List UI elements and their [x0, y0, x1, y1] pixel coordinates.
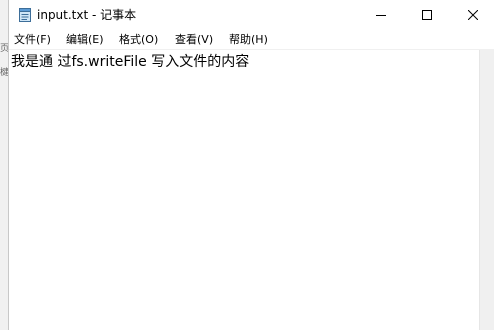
menu-view[interactable]: 查看(V): [173, 32, 215, 47]
notepad-icon: [18, 7, 32, 23]
maximize-icon: [422, 10, 432, 20]
maximize-button[interactable]: [404, 0, 450, 30]
minimize-icon: [376, 15, 386, 16]
menu-edit[interactable]: 编辑(E): [64, 32, 106, 47]
menu-format[interactable]: 格式(O): [117, 32, 160, 47]
window-title: input.txt - 记事本: [37, 8, 137, 22]
notepad-window: input.txt - 记事本 文件(F) 编辑(E) 格式(O) 查看(V) …: [8, 0, 494, 330]
menu-help[interactable]: 帮助(H): [227, 32, 270, 47]
menu-file[interactable]: 文件(F): [12, 32, 53, 47]
vertical-scrollbar[interactable]: [479, 50, 494, 330]
close-icon: [468, 10, 478, 20]
menu-bar: 文件(F) 编辑(E) 格式(O) 查看(V) 帮助(H): [9, 30, 494, 50]
close-button[interactable]: [450, 0, 494, 30]
editor-content[interactable]: 我是通 过fs.writeFile 写入文件的内容: [11, 53, 249, 71]
text-editor-area[interactable]: 我是通 过fs.writeFile 写入文件的内容: [9, 50, 479, 330]
title-bar[interactable]: input.txt - 记事本: [9, 0, 494, 30]
minimize-button[interactable]: [358, 0, 404, 30]
